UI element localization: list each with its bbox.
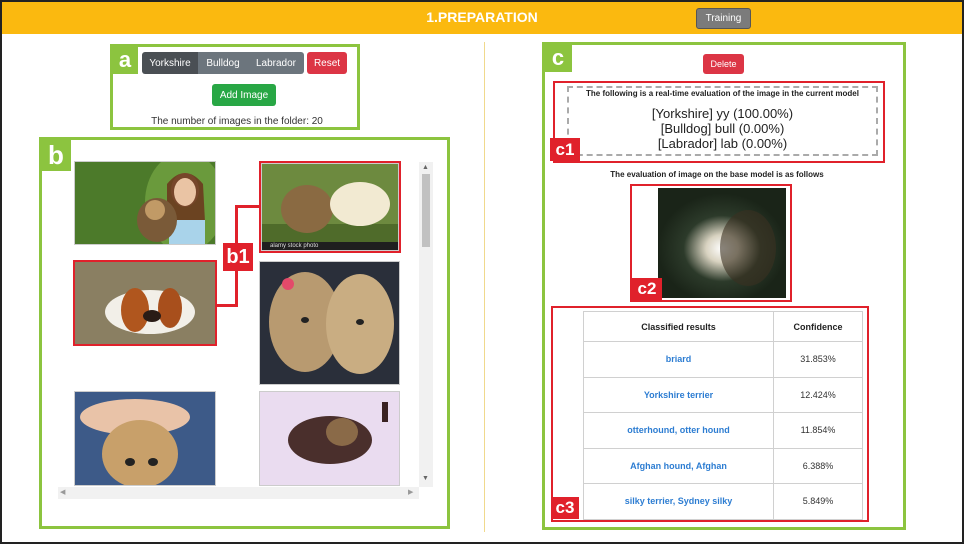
result-label-link[interactable]: otterhound, otter hound (583, 412, 774, 449)
column-divider (484, 42, 485, 532)
scroll-right-icon[interactable]: ▶ (408, 488, 413, 496)
b1-highlight-right (259, 161, 401, 253)
table-row: Yorkshire terrier 12.424% (583, 376, 863, 413)
current-result-bulldog: [Bulldog] bull (0.00%) (660, 121, 785, 136)
reset-button[interactable]: Reset (307, 52, 347, 74)
evaluated-image (658, 188, 786, 298)
result-label-link[interactable]: silky terrier, Sydney silky (583, 483, 774, 520)
scroll-left-icon[interactable]: ◀ (60, 488, 65, 496)
c1-tag: c1 (550, 138, 580, 161)
scroll-up-icon[interactable]: ▲ (422, 164, 429, 171)
two-yorkies-photo (260, 262, 399, 384)
top-bar: 1.PREPARATION (2, 2, 962, 34)
page-title: 1.PREPARATION (426, 9, 538, 25)
woman-with-dog-photo (75, 162, 215, 244)
gallery-image-1[interactable] (74, 161, 216, 245)
gallery-vertical-scrollbar[interactable]: ▲ ▼ (419, 162, 433, 487)
table-row: briard 31.853% (583, 341, 863, 378)
current-result-yorkshire: [Yorkshire] yy (100.00%) (651, 106, 794, 121)
panel-b-tag: b (41, 139, 71, 171)
panel-a-tag: a (112, 46, 138, 74)
scroll-down-icon[interactable]: ▼ (422, 475, 429, 482)
gallery-image-4[interactable] (259, 261, 400, 385)
yorkie-hand-photo (75, 392, 215, 485)
result-confidence: 12.424% (773, 376, 863, 413)
b1-connector-low (217, 304, 237, 307)
current-evaluation-heading: The following is a real-time evaluation … (586, 89, 859, 98)
table-header-row: Classified results Confidence (583, 311, 863, 342)
gallery-horizontal-scrollbar[interactable]: ◀ ▶ (58, 487, 419, 499)
column-header-confidence: Confidence (773, 311, 863, 342)
current-result-labrador: [Labrador] lab (0.00%) (657, 136, 788, 151)
b1-highlight-left (73, 260, 217, 346)
result-label-link[interactable]: Afghan hound, Afghan (583, 447, 774, 484)
image-count-text: The number of images in the folder: 20 (151, 116, 323, 127)
result-label-link[interactable]: briard (583, 341, 774, 378)
result-confidence: 6.388% (773, 447, 863, 484)
vertical-scroll-thumb[interactable] (422, 174, 430, 247)
base-evaluation-heading: The evaluation of image on the base mode… (610, 170, 824, 179)
delete-button[interactable]: Delete (703, 54, 744, 74)
table-row: silky terrier, Sydney silky 5.849% (583, 483, 863, 520)
add-image-button[interactable]: Add Image (212, 84, 276, 106)
result-confidence: 31.853% (773, 341, 863, 378)
gallery-image-6[interactable] (259, 391, 400, 486)
app-frame: 1.PREPARATION Training a Yorkshire Bulld… (0, 0, 964, 544)
b1-connector-high (235, 205, 260, 208)
heatmap-dog-photo (658, 188, 786, 298)
gallery-image-5[interactable] (74, 391, 216, 486)
b1-tag: b1 (223, 243, 253, 271)
column-header-results: Classified results (583, 311, 774, 342)
training-button[interactable]: Training (696, 8, 751, 29)
class-tab-yorkshire[interactable]: Yorkshire (142, 52, 198, 74)
table-row: otterhound, otter hound 11.854% (583, 412, 863, 449)
classification-table: Classified results Confidence briard 31.… (583, 311, 863, 520)
table-row: Afghan hound, Afghan 6.388% (583, 447, 863, 484)
c3-tag: c3 (551, 497, 579, 519)
result-confidence: 11.854% (773, 412, 863, 449)
c2-tag: c2 (632, 278, 662, 300)
result-label-link[interactable]: Yorkshire terrier (583, 376, 774, 413)
class-tab-labrador[interactable]: Labrador (248, 52, 304, 74)
yorkie-toy-photo (260, 392, 399, 485)
class-tab-bulldog[interactable]: Bulldog (198, 52, 248, 74)
panel-c-tag: c (544, 44, 572, 72)
result-confidence: 5.849% (773, 483, 863, 520)
